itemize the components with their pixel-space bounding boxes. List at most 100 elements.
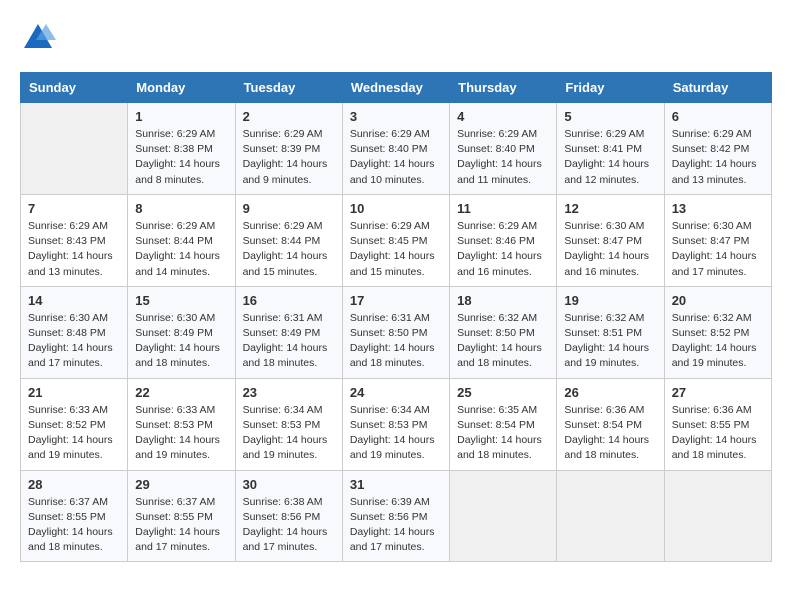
day-info: Sunrise: 6:31 AM Sunset: 8:49 PM Dayligh… (243, 311, 335, 372)
day-number: 17 (350, 293, 442, 308)
day-cell: 25Sunrise: 6:35 AM Sunset: 8:54 PM Dayli… (450, 378, 557, 470)
day-number: 4 (457, 109, 549, 124)
day-info: Sunrise: 6:37 AM Sunset: 8:55 PM Dayligh… (28, 495, 120, 556)
day-cell: 20 Sunrise: 6:32 AM Sunset: 8:52 PM Dayli… (664, 286, 771, 378)
weekday-header-monday: Monday (128, 73, 235, 103)
day-info: Sunrise: 6:32 AM Sunset: 8:51 PM Dayligh… (564, 311, 656, 372)
week-row-2: 7 Sunrise: 6:29 AM Sunset: 8:43 PM Daylig… (21, 194, 772, 286)
day-cell: 29 Sunrise: 6:37 AM Sunset: 8:55 PM Dayli… (128, 470, 235, 562)
weekday-header-wednesday: Wednesday (342, 73, 449, 103)
day-cell: 31 Sunrise: 6:39 AM Sunset: 8:56 PM Dayli… (342, 470, 449, 562)
day-info: Sunrise: 6:32 AM Sunset: 8:50 PM Dayligh… (457, 311, 549, 372)
day-number: 30 (243, 477, 335, 492)
day-cell: 22 Sunrise: 6:33 AM Sunset: 8:53 PM Dayli… (128, 378, 235, 470)
day-cell: 12 Sunrise: 6:30 AM Sunset: 8:47 PM Dayli… (557, 194, 664, 286)
weekday-header-sunday: Sunday (21, 73, 128, 103)
day-cell: 19 Sunrise: 6:32 AM Sunset: 8:51 PM Dayli… (557, 286, 664, 378)
day-cell: 5 Sunrise: 6:29 AM Sunset: 8:41 PM Daylig… (557, 103, 664, 195)
day-info: Sunrise: 6:29 AM Sunset: 8:41 PM Dayligh… (564, 127, 656, 188)
day-cell: 15Sunrise: 6:30 AM Sunset: 8:49 PM Dayli… (128, 286, 235, 378)
day-number: 3 (350, 109, 442, 124)
day-cell: 1 Sunrise: 6:29 AM Sunset: 8:38 PM Daylig… (128, 103, 235, 195)
day-number: 7 (28, 201, 120, 216)
day-info: Sunrise: 6:31 AM Sunset: 8:50 PM Dayligh… (350, 311, 442, 372)
calendar-table: SundayMondayTuesdayWednesdayThursdayFrid… (20, 72, 772, 562)
day-cell: 8 Sunrise: 6:29 AM Sunset: 8:44 PM Daylig… (128, 194, 235, 286)
day-number: 29 (135, 477, 227, 492)
weekday-header-saturday: Saturday (664, 73, 771, 103)
day-info: Sunrise: 6:29 AM Sunset: 8:46 PM Dayligh… (457, 219, 549, 280)
day-cell: 23 Sunrise: 6:34 AM Sunset: 8:53 PM Dayli… (235, 378, 342, 470)
day-info: Sunrise: 6:29 AM Sunset: 8:44 PM Dayligh… (135, 219, 227, 280)
day-cell: 28Sunrise: 6:37 AM Sunset: 8:55 PM Dayli… (21, 470, 128, 562)
day-number: 27 (672, 385, 764, 400)
day-number: 26 (564, 385, 656, 400)
day-number: 24 (350, 385, 442, 400)
day-info: Sunrise: 6:30 AM Sunset: 8:48 PM Dayligh… (28, 311, 120, 372)
day-number: 25 (457, 385, 549, 400)
day-cell: 26 Sunrise: 6:36 AM Sunset: 8:54 PM Dayli… (557, 378, 664, 470)
day-cell: 3 Sunrise: 6:29 AM Sunset: 8:40 PM Daylig… (342, 103, 449, 195)
weekday-header-tuesday: Tuesday (235, 73, 342, 103)
day-number: 21 (28, 385, 120, 400)
day-number: 19 (564, 293, 656, 308)
day-info: Sunrise: 6:38 AM Sunset: 8:56 PM Dayligh… (243, 495, 335, 556)
day-info: Sunrise: 6:33 AM Sunset: 8:53 PM Dayligh… (135, 403, 227, 464)
page-header (20, 20, 772, 56)
day-number: 20 (672, 293, 764, 308)
day-number: 23 (243, 385, 335, 400)
day-info: Sunrise: 6:29 AM Sunset: 8:45 PM Dayligh… (350, 219, 442, 280)
day-number: 9 (243, 201, 335, 216)
day-cell (557, 470, 664, 562)
day-number: 1 (135, 109, 227, 124)
day-cell: 17 Sunrise: 6:31 AM Sunset: 8:50 PM Dayli… (342, 286, 449, 378)
day-number: 31 (350, 477, 442, 492)
day-info: Sunrise: 6:32 AM Sunset: 8:52 PM Dayligh… (672, 311, 764, 372)
day-info: Sunrise: 6:29 AM Sunset: 8:38 PM Dayligh… (135, 127, 227, 188)
day-number: 6 (672, 109, 764, 124)
day-cell: 27 Sunrise: 6:36 AM Sunset: 8:55 PM Dayli… (664, 378, 771, 470)
day-number: 12 (564, 201, 656, 216)
day-info: Sunrise: 6:29 AM Sunset: 8:40 PM Dayligh… (350, 127, 442, 188)
day-info: Sunrise: 6:30 AM Sunset: 8:47 PM Dayligh… (564, 219, 656, 280)
day-cell: 2 Sunrise: 6:29 AM Sunset: 8:39 PM Daylig… (235, 103, 342, 195)
day-cell: 9 Sunrise: 6:29 AM Sunset: 8:44 PM Daylig… (235, 194, 342, 286)
day-number: 14 (28, 293, 120, 308)
day-number: 18 (457, 293, 549, 308)
day-info: Sunrise: 6:39 AM Sunset: 8:56 PM Dayligh… (350, 495, 442, 556)
day-number: 8 (135, 201, 227, 216)
day-number: 2 (243, 109, 335, 124)
day-cell: 13Sunrise: 6:30 AM Sunset: 8:47 PM Dayli… (664, 194, 771, 286)
day-cell: 16Sunrise: 6:31 AM Sunset: 8:49 PM Dayli… (235, 286, 342, 378)
day-info: Sunrise: 6:29 AM Sunset: 8:43 PM Dayligh… (28, 219, 120, 280)
day-info: Sunrise: 6:34 AM Sunset: 8:53 PM Dayligh… (350, 403, 442, 464)
week-row-4: 21 Sunrise: 6:33 AM Sunset: 8:52 PM Dayli… (21, 378, 772, 470)
day-cell: 11Sunrise: 6:29 AM Sunset: 8:46 PM Dayli… (450, 194, 557, 286)
day-info: Sunrise: 6:36 AM Sunset: 8:54 PM Dayligh… (564, 403, 656, 464)
day-cell (664, 470, 771, 562)
day-info: Sunrise: 6:37 AM Sunset: 8:55 PM Dayligh… (135, 495, 227, 556)
day-info: Sunrise: 6:34 AM Sunset: 8:53 PM Dayligh… (243, 403, 335, 464)
day-info: Sunrise: 6:36 AM Sunset: 8:55 PM Dayligh… (672, 403, 764, 464)
day-info: Sunrise: 6:29 AM Sunset: 8:44 PM Dayligh… (243, 219, 335, 280)
day-number: 15 (135, 293, 227, 308)
day-number: 22 (135, 385, 227, 400)
day-cell: 24 Sunrise: 6:34 AM Sunset: 8:53 PM Dayli… (342, 378, 449, 470)
day-cell: 30 Sunrise: 6:38 AM Sunset: 8:56 PM Dayli… (235, 470, 342, 562)
day-cell (21, 103, 128, 195)
day-cell: 10Sunrise: 6:29 AM Sunset: 8:45 PM Dayli… (342, 194, 449, 286)
day-info: Sunrise: 6:33 AM Sunset: 8:52 PM Dayligh… (28, 403, 120, 464)
day-cell: 7 Sunrise: 6:29 AM Sunset: 8:43 PM Daylig… (21, 194, 128, 286)
day-info: Sunrise: 6:29 AM Sunset: 8:40 PM Dayligh… (457, 127, 549, 188)
day-number: 13 (672, 201, 764, 216)
day-cell: 14 Sunrise: 6:30 AM Sunset: 8:48 PM Dayli… (21, 286, 128, 378)
day-info: Sunrise: 6:29 AM Sunset: 8:39 PM Dayligh… (243, 127, 335, 188)
week-row-5: 28Sunrise: 6:37 AM Sunset: 8:55 PM Dayli… (21, 470, 772, 562)
logo (20, 20, 62, 56)
day-number: 5 (564, 109, 656, 124)
logo-icon (20, 20, 56, 56)
weekday-header-row: SundayMondayTuesdayWednesdayThursdayFrid… (21, 73, 772, 103)
day-cell: 4 Sunrise: 6:29 AM Sunset: 8:40 PM Daylig… (450, 103, 557, 195)
day-cell: 21 Sunrise: 6:33 AM Sunset: 8:52 PM Dayli… (21, 378, 128, 470)
weekday-header-friday: Friday (557, 73, 664, 103)
